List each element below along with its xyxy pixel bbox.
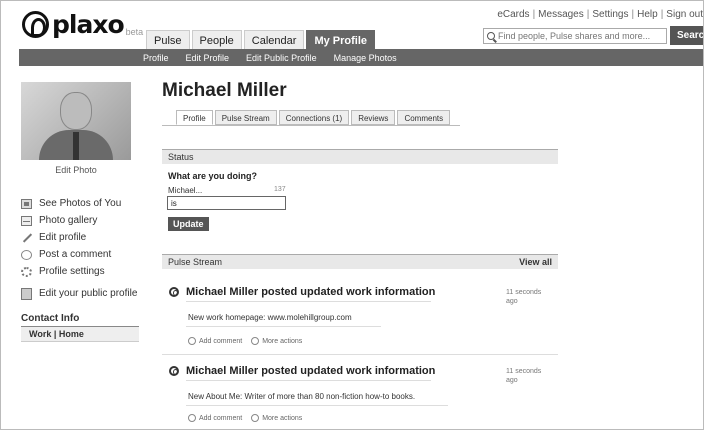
status-header-label: Status (168, 152, 194, 162)
post-actions: Add comment More actions (188, 414, 302, 422)
search-input[interactable] (498, 31, 663, 41)
sign-out-link[interactable]: Sign out (666, 9, 703, 20)
post-separator (162, 354, 558, 355)
post-detail: New About Me: Writer of more than 80 non… (188, 392, 416, 401)
pencil-icon (21, 233, 32, 243)
page-frame: plaxo beta eCards | Messages | Settings | Help… (0, 0, 704, 430)
help-link[interactable]: Help (637, 9, 658, 20)
edit-photo-link[interactable]: Edit Photo (21, 165, 131, 175)
subnav-manage-photos[interactable]: Manage Photos (334, 53, 397, 63)
subnav-profile[interactable]: Profile (143, 53, 169, 63)
sidebar-item-post-comment[interactable]: Post a comment (21, 246, 139, 263)
status-question: What are you doing? (168, 171, 257, 181)
pulse-stream-label: Pulse Stream (168, 257, 223, 267)
update-button[interactable]: Update (168, 217, 209, 231)
post-actions: Add comment More actions (188, 337, 302, 345)
main-tabs: Pulse People Calendar My Profile (146, 30, 377, 49)
comment-icon (188, 337, 196, 345)
sidebar-item-profile-settings[interactable]: Profile settings (21, 263, 139, 280)
sidebar-item-edit-profile[interactable]: Edit profile (21, 229, 139, 246)
sidebar-item-label: Profile settings (39, 266, 105, 277)
logo-beta-label: beta (125, 27, 144, 37)
search-icon (487, 32, 495, 40)
status-char-count: 137 (274, 186, 286, 193)
photos-icon (21, 198, 32, 209)
tab-calendar[interactable]: Calendar (243, 30, 305, 49)
tab-people[interactable]: People (191, 30, 242, 49)
post-title[interactable]: Michael Miller posted updated work infor… (186, 365, 435, 377)
sidebar-item-label: See Photos of You (39, 198, 122, 209)
tab-connections[interactable]: Connections (1) (278, 110, 350, 125)
status-input[interactable] (167, 196, 286, 210)
sidebar-item-public-profile[interactable]: Edit your public profile (21, 285, 139, 302)
post-divider (186, 301, 431, 302)
sub-navigation-bar: Profile Edit Profile Edit Public Profile… (19, 49, 703, 66)
top-links: eCards | Messages | Settings | Help | Sign out (497, 9, 703, 20)
profile-photo[interactable] (21, 82, 131, 160)
logo-text: plaxo (52, 10, 125, 39)
profile-tabs-divider (162, 125, 460, 126)
more-actions-icon (251, 337, 260, 345)
plaxo-logo[interactable]: plaxo beta (22, 11, 143, 38)
post-timestamp: 11 seconds ago (506, 368, 542, 384)
subnav-edit-profile[interactable]: Edit Profile (186, 53, 230, 63)
more-actions-link[interactable]: More actions (262, 415, 302, 422)
ecards-link[interactable]: eCards (497, 9, 529, 20)
tab-profile[interactable]: Profile (176, 110, 213, 125)
sidebar-item-label: Photo gallery (39, 215, 98, 226)
pulse-post-icon (169, 287, 179, 297)
search-button[interactable]: Search (670, 26, 703, 45)
profile-name: Michael Miller (162, 80, 287, 101)
post-title[interactable]: Michael Miller posted updated work infor… (186, 286, 435, 298)
profile-tabs: Profile Pulse Stream Connections (1) Rev… (176, 110, 452, 125)
status-section-header: Status (162, 149, 558, 164)
settings-link[interactable]: Settings (592, 9, 628, 20)
tab-pulse-stream[interactable]: Pulse Stream (214, 110, 277, 125)
sidebar-item-label: Edit your public profile (39, 288, 138, 299)
contact-info-title: Contact Info (21, 313, 80, 324)
add-comment-link[interactable]: Add comment (199, 338, 242, 345)
post-divider (186, 405, 448, 406)
sidebar-item-see-photos[interactable]: See Photos of You (21, 195, 139, 212)
subnav-edit-public-profile[interactable]: Edit Public Profile (246, 53, 317, 63)
status-name-prefix: Michael... (168, 186, 203, 195)
gallery-icon (21, 215, 32, 226)
tab-comments[interactable]: Comments (397, 110, 451, 125)
sidebar-item-label: Edit profile (39, 232, 87, 243)
sidebar-item-label: Post a comment (39, 249, 112, 260)
contact-info-tabs[interactable]: Work | Home (21, 326, 139, 342)
more-actions-icon (251, 414, 260, 422)
tab-pulse[interactable]: Pulse (146, 30, 190, 49)
post-timestamp: 11 seconds ago (506, 289, 542, 305)
add-comment-link[interactable]: Add comment (199, 415, 242, 422)
more-actions-link[interactable]: More actions (262, 338, 302, 345)
post-detail: New work homepage: www.molehillgroup.com (188, 313, 352, 322)
comment-icon (21, 249, 32, 260)
post-divider (186, 326, 381, 327)
settings-icon (21, 266, 32, 277)
pulse-stream-header: Pulse Stream View all (162, 254, 558, 269)
tab-reviews[interactable]: Reviews (351, 110, 396, 125)
plaxo-logo-icon (22, 11, 49, 38)
tab-my-profile[interactable]: My Profile (306, 30, 376, 49)
search-box (483, 28, 667, 44)
sidebar-item-photo-gallery[interactable]: Photo gallery (21, 212, 139, 229)
comment-icon (188, 414, 196, 422)
messages-link[interactable]: Messages (538, 9, 584, 20)
public-profile-icon (21, 287, 32, 300)
pulse-post-icon (169, 366, 179, 376)
post-divider (186, 380, 431, 381)
view-all-link[interactable]: View all (519, 255, 552, 269)
sidebar-links: See Photos of You Photo gallery Edit pro… (21, 195, 139, 302)
